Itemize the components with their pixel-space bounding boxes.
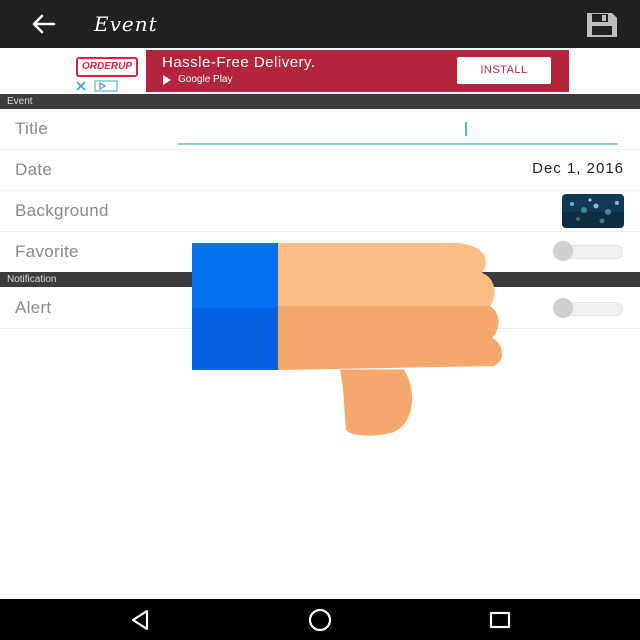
text-cursor — [465, 122, 467, 136]
favorite-toggle[interactable] — [553, 241, 624, 261]
section-header-event: Event — [0, 94, 640, 109]
save-button[interactable] — [584, 10, 620, 40]
nav-home-button[interactable] — [305, 605, 335, 635]
background-label: Background — [15, 201, 109, 220]
system-nav-bar — [0, 599, 640, 640]
nav-back-button[interactable] — [125, 605, 155, 635]
app-bar: Event — [0, 0, 640, 48]
date-value[interactable]: Dec 1, 2016 — [532, 160, 624, 177]
alert-toggle-knob — [553, 298, 573, 318]
thumbs-down-icon — [192, 243, 503, 436]
back-button[interactable] — [24, 8, 64, 40]
page-title: Event — [94, 12, 158, 36]
title-label: Title — [15, 119, 48, 138]
title-input[interactable] — [178, 117, 618, 145]
nav-home-circle-icon — [308, 608, 332, 632]
play-store-icon — [163, 75, 171, 85]
date-label: Date — [15, 160, 53, 179]
background-preview-image — [562, 194, 624, 228]
orderup-logo: ORDERUP — [76, 57, 138, 77]
ad-choices-icon[interactable] — [94, 80, 118, 92]
nav-back-triangle-icon — [131, 609, 149, 631]
date-row[interactable]: Date Dec 1, 2016 — [0, 150, 640, 191]
alert-toggle[interactable] — [553, 298, 624, 318]
ad-headline: Hassle-Free Delivery. — [162, 54, 316, 71]
floppy-save-icon — [587, 13, 617, 37]
favorite-toggle-knob — [553, 241, 573, 261]
ad-store-label: Google Play — [178, 74, 233, 85]
background-row[interactable]: Background — [0, 191, 640, 232]
title-row: Title — [0, 109, 640, 150]
background-thumbnail[interactable] — [562, 194, 624, 228]
ad-logo: ORDERUP — [70, 50, 146, 92]
alert-label: Alert — [15, 298, 52, 317]
nav-recents-square-icon — [489, 611, 511, 629]
favorite-label: Favorite — [15, 242, 79, 261]
ad-close-icon[interactable] — [75, 80, 87, 92]
ad-brand: ORDERUP — [81, 61, 132, 72]
ad-install-button[interactable]: INSTALL — [457, 57, 551, 84]
arrow-back-icon — [32, 14, 56, 34]
ad-banner[interactable]: ORDERUP Hassle-Free Delivery. Google Pla… — [70, 50, 569, 92]
nav-recents-button[interactable] — [485, 605, 515, 635]
